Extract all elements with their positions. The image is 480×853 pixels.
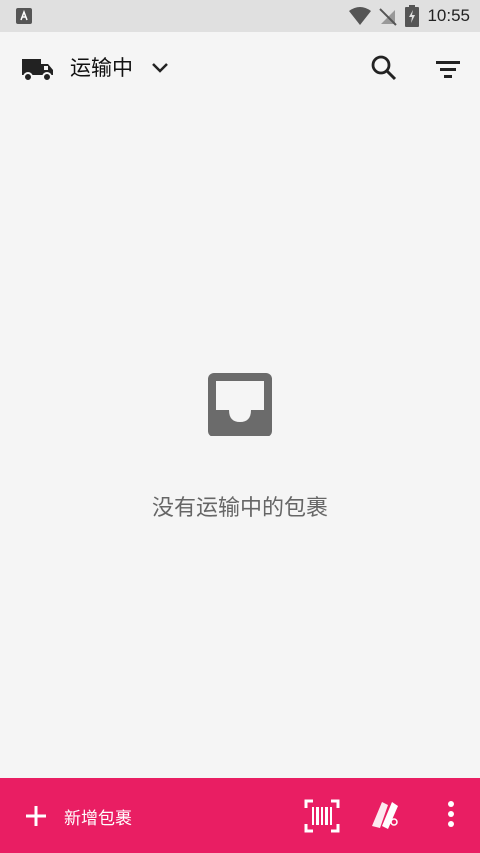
bottom-bar: 新增包裹 [0, 778, 480, 853]
status-bar: 10:55 [0, 0, 480, 32]
add-package-label: 新增包裹 [64, 808, 132, 829]
empty-message: 没有运输中的包裹 [151, 496, 328, 521]
wifi-icon [349, 7, 372, 25]
barcode-scan-icon[interactable] [304, 798, 340, 834]
toolbar: 运输中 [0, 32, 480, 106]
app-notification-icon [16, 8, 32, 24]
status-indicators: 10:55 [349, 0, 470, 32]
page-title[interactable]: 运输中 [70, 54, 133, 82]
inbox-icon [208, 373, 272, 436]
status-time: 10:55 [427, 6, 470, 25]
battery-icon [405, 5, 420, 27]
add-package-button[interactable]: 新增包裹 [18, 798, 132, 834]
chevron-down-icon[interactable] [150, 58, 170, 78]
paint-icon[interactable] [368, 796, 404, 832]
more-vert-icon[interactable] [438, 796, 464, 832]
no-signal-icon [379, 8, 398, 26]
plus-icon [26, 806, 46, 826]
truck-icon [22, 59, 53, 82]
filter-icon[interactable] [434, 56, 462, 84]
search-icon[interactable] [370, 54, 398, 82]
